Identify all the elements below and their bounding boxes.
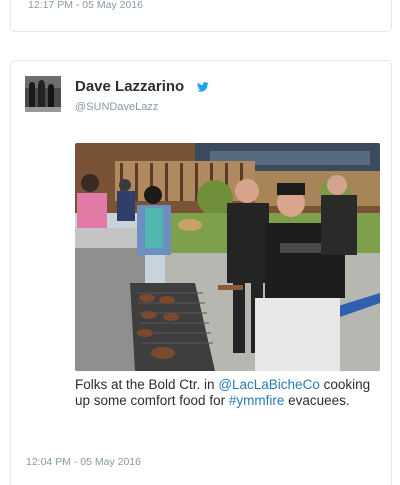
author-handle[interactable]: @SUNDaveLazz [75, 101, 158, 113]
mention-link[interactable]: @LacLaBicheCo [218, 377, 320, 392]
tweet-card: Dave Lazzarino @SUNDaveLazz Folks at the… [10, 60, 392, 485]
tweet-text: Folks at the Bold Ctr. in @LacLaBicheCo … [75, 377, 375, 409]
previous-tweet-timestamp[interactable]: 12:17 PM - 05 May 2016 [28, 0, 143, 11]
avatar[interactable] [25, 76, 61, 112]
twitter-bird-icon [197, 82, 209, 92]
tweet-text-part: evacuees. [284, 393, 350, 408]
tweet-timestamp[interactable]: 12:04 PM - 05 May 2016 [26, 456, 141, 468]
tweet-photo[interactable] [75, 143, 380, 371]
author-name[interactable]: Dave Lazzarino [75, 78, 184, 95]
previous-tweet-card: 12:17 PM - 05 May 2016 [10, 0, 392, 32]
hashtag-link[interactable]: #ymmfire [229, 393, 285, 408]
tweet-text-part: Folks at the Bold Ctr. in [75, 377, 219, 392]
